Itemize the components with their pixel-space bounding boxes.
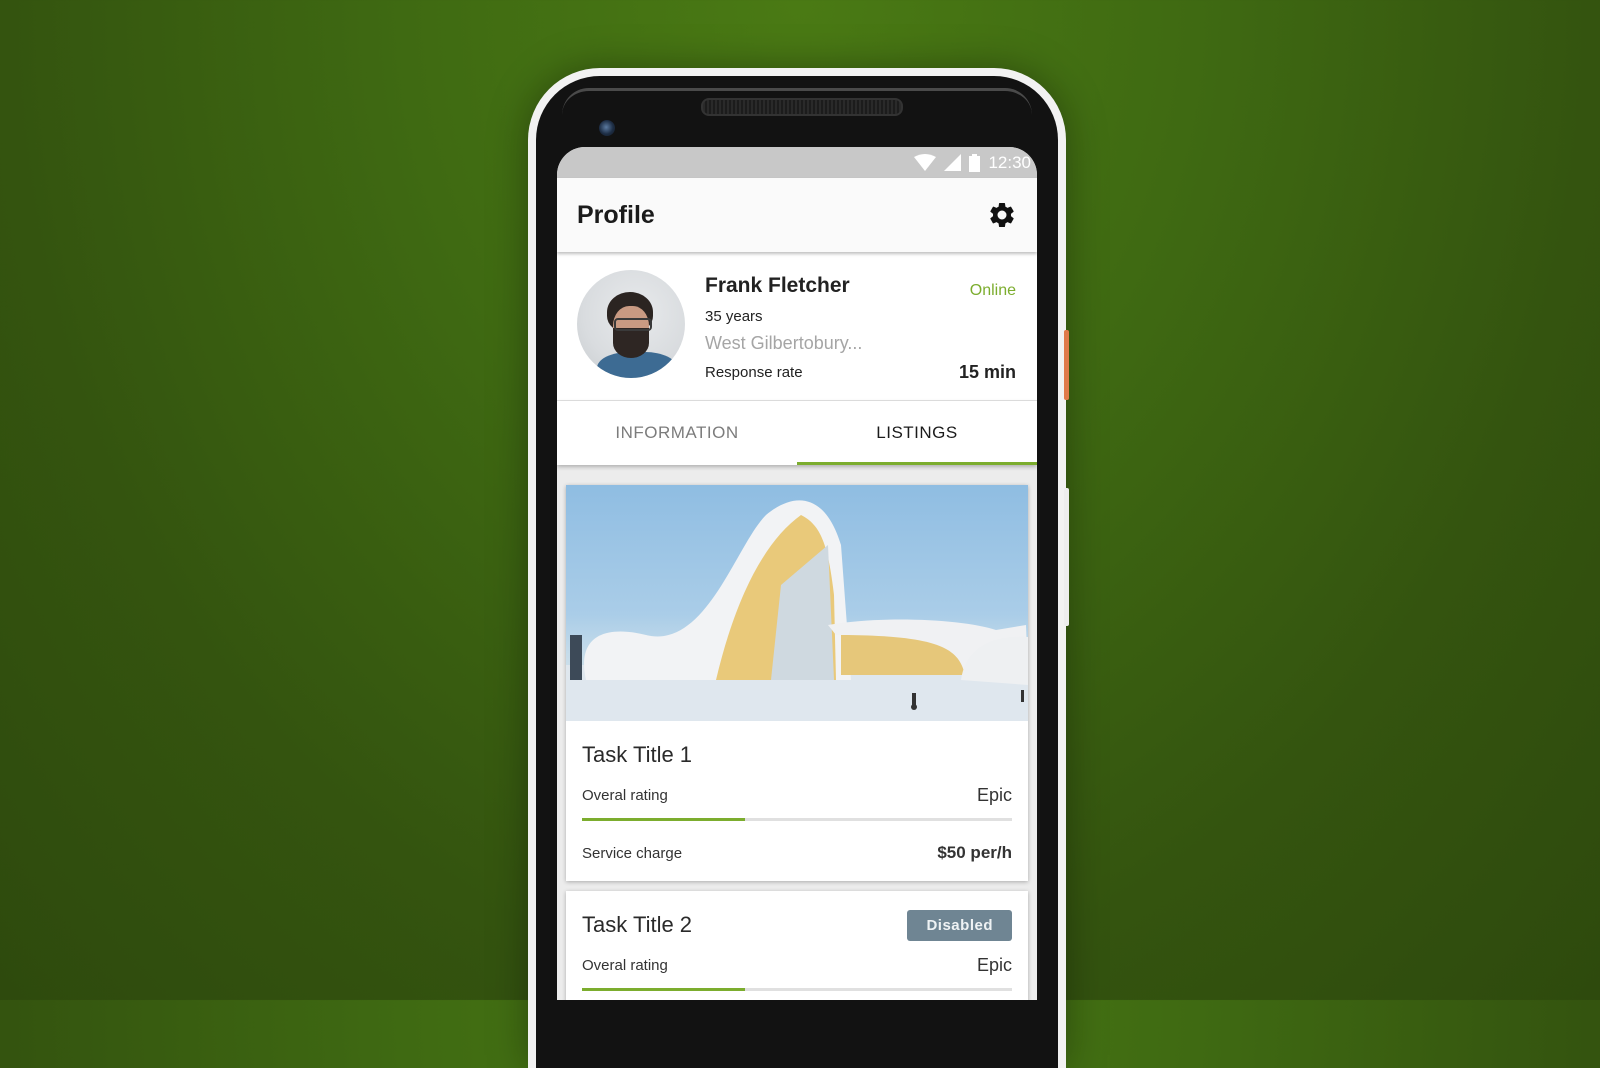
- rating-progress-fill: [582, 988, 746, 991]
- listing-title: Task Title 1: [582, 742, 693, 767]
- battery-icon: [969, 153, 981, 172]
- status-bar: 12:30: [557, 147, 1037, 178]
- response-rate-value: 15 min: [958, 362, 1016, 382]
- app-bar: Profile: [557, 178, 1037, 252]
- profile-location: West Gilbertobury...: [705, 333, 863, 353]
- listing-title: Task Title 2: [582, 912, 693, 937]
- tab-bar: INFORMATION LISTINGS: [557, 401, 1037, 465]
- profile-age: 35 years: [705, 308, 763, 325]
- profile-name: Frank Fletcher: [705, 274, 850, 297]
- online-status: Online: [969, 282, 1016, 299]
- service-charge-value: $50 per/h: [937, 843, 1012, 862]
- listings-list: Task Title 1 Overal rating Epic Service …: [557, 465, 1037, 1000]
- tab-listings[interactable]: LISTINGS: [797, 401, 1037, 465]
- rating-value: Epic: [976, 955, 1012, 975]
- speaker-grille: [701, 98, 903, 116]
- avatar[interactable]: [577, 270, 685, 378]
- status-time: 12:30: [988, 152, 1031, 172]
- listing-image: [566, 485, 1028, 721]
- profile-header: Frank Fletcher 35 years West Gilbertobur…: [557, 252, 1037, 401]
- listing-card[interactable]: Task Title 2 Disabled Overal rating Epic: [566, 891, 1028, 1000]
- tab-information[interactable]: INFORMATION: [557, 401, 797, 465]
- rating-label: Overal rating: [582, 787, 668, 804]
- gear-icon[interactable]: [987, 200, 1017, 230]
- rating-label: Overal rating: [582, 957, 668, 974]
- page-title: Profile: [577, 200, 655, 229]
- volume-button: [1064, 488, 1069, 626]
- rating-progress-fill: [582, 818, 746, 821]
- wifi-icon: [914, 154, 937, 171]
- rating-progress-bar: [582, 988, 1012, 991]
- power-button: [1064, 330, 1069, 400]
- rating-progress-bar: [582, 818, 1012, 821]
- front-camera: [599, 120, 615, 136]
- listing-card[interactable]: Task Title 1 Overal rating Epic Service …: [566, 485, 1028, 881]
- service-charge-label: Service charge: [582, 844, 683, 862]
- app-screen: 12:30 Profile Frank Fletcher 35 years We…: [557, 147, 1037, 1000]
- signal-icon: [944, 154, 962, 171]
- disabled-badge[interactable]: Disabled: [907, 909, 1012, 941]
- rating-value: Epic: [976, 785, 1012, 805]
- response-rate-label: Response rate: [705, 364, 803, 381]
